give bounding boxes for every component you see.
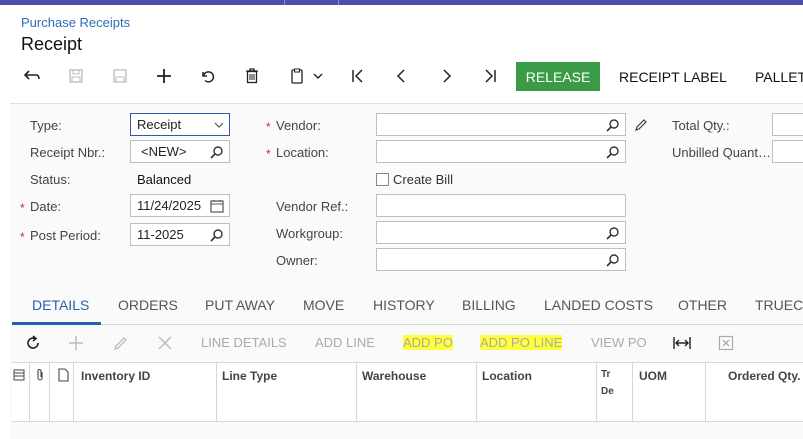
col-warehouse[interactable]: Warehouse bbox=[362, 369, 426, 383]
pallet-button[interactable]: PALLET bbox=[755, 62, 803, 91]
search-icon[interactable] bbox=[606, 226, 620, 240]
tab-orders[interactable]: ORDERS bbox=[118, 297, 178, 313]
tab-put-away[interactable]: PUT AWAY bbox=[205, 297, 275, 313]
create-bill-label: Create Bill bbox=[393, 172, 453, 187]
post-period-field[interactable]: 11-2025 bbox=[130, 223, 230, 246]
type-value: Receipt bbox=[137, 117, 182, 132]
last-record-icon[interactable] bbox=[478, 61, 502, 91]
search-icon[interactable] bbox=[606, 145, 620, 159]
vendor-field[interactable] bbox=[376, 113, 626, 136]
refresh-icon[interactable] bbox=[24, 334, 42, 352]
row-status-icon bbox=[13, 369, 25, 381]
post-period-value: 11-2025 bbox=[137, 227, 184, 242]
col-tr[interactable]: Tr bbox=[601, 369, 610, 380]
col-uom[interactable]: UOM bbox=[639, 369, 667, 383]
status-value: Balanced bbox=[137, 172, 192, 187]
col-location[interactable]: Location bbox=[482, 369, 532, 383]
tab-other[interactable]: OTHER bbox=[678, 297, 727, 313]
delete-row-icon[interactable] bbox=[157, 335, 173, 351]
fit-columns-icon[interactable] bbox=[673, 335, 691, 351]
clipboard-icon[interactable] bbox=[284, 61, 328, 91]
active-tab-indicator bbox=[12, 322, 101, 325]
calendar-icon[interactable] bbox=[210, 199, 224, 213]
type-label: Type: bbox=[30, 118, 62, 133]
next-record-icon[interactable] bbox=[434, 61, 458, 91]
first-record-icon[interactable] bbox=[346, 61, 370, 91]
vendor-ref-field[interactable] bbox=[376, 194, 626, 217]
search-icon[interactable] bbox=[210, 145, 224, 159]
view-po-button[interactable]: VIEW PO bbox=[591, 335, 647, 350]
tab-details[interactable]: DETAILS bbox=[32, 297, 89, 313]
attachment-icon[interactable] bbox=[34, 368, 46, 382]
owner-field[interactable] bbox=[376, 248, 626, 271]
owner-label: Owner: bbox=[276, 253, 318, 268]
search-icon[interactable] bbox=[606, 118, 620, 132]
add-line-button[interactable]: ADD LINE bbox=[315, 335, 375, 350]
required-marker: * bbox=[266, 147, 271, 161]
receipt-nbr-value: <NEW> bbox=[141, 144, 187, 159]
date-label: Date: bbox=[30, 199, 62, 214]
required-marker: * bbox=[266, 120, 271, 134]
vendor-ref-label: Vendor Ref.: bbox=[276, 199, 349, 214]
release-button[interactable]: RELEASE bbox=[516, 62, 600, 91]
save-icon[interactable] bbox=[108, 61, 132, 91]
page-title: Receipt bbox=[21, 34, 83, 54]
back-icon[interactable] bbox=[20, 61, 44, 91]
date-field[interactable]: 11/24/2025 bbox=[130, 194, 230, 217]
unbilled-qty-field bbox=[772, 140, 803, 163]
type-select[interactable]: Receipt bbox=[130, 113, 230, 136]
save-close-icon[interactable] bbox=[64, 61, 88, 91]
col-line-type[interactable]: Line Type bbox=[222, 369, 277, 383]
top-bar bbox=[0, 0, 803, 5]
create-bill-checkbox[interactable] bbox=[376, 173, 389, 186]
receipt-nbr-field[interactable]: <NEW> bbox=[130, 140, 230, 163]
total-qty-label: Total Qty.: bbox=[672, 118, 730, 133]
chevron-down-icon bbox=[214, 122, 224, 128]
vendor-label: Vendor: bbox=[276, 118, 321, 133]
location-label: Location: bbox=[276, 145, 329, 160]
col-ordered-qty[interactable]: Ordered Qty. bbox=[728, 369, 800, 383]
receipt-label-button[interactable]: RECEIPT LABEL bbox=[619, 62, 727, 91]
search-icon[interactable] bbox=[210, 228, 224, 242]
add-po-label: ADD PO bbox=[403, 335, 453, 350]
delete-icon[interactable] bbox=[240, 61, 264, 91]
tab-move[interactable]: MOVE bbox=[303, 297, 344, 313]
required-marker: * bbox=[20, 201, 25, 215]
edit-pencil-icon[interactable] bbox=[634, 118, 648, 132]
workgroup-field[interactable] bbox=[376, 221, 626, 244]
breadcrumb[interactable]: Purchase Receipts bbox=[21, 15, 130, 30]
undo-icon[interactable] bbox=[196, 61, 220, 91]
status-label: Status: bbox=[30, 172, 71, 187]
receipt-nbr-label: Receipt Nbr.: bbox=[30, 145, 106, 160]
col-inventory-id[interactable]: Inventory ID bbox=[81, 369, 150, 383]
note-icon[interactable] bbox=[57, 368, 69, 382]
add-po-line-label: ADD PO LINE bbox=[480, 335, 563, 350]
tab-billing[interactable]: BILLING bbox=[462, 297, 516, 313]
line-details-button[interactable]: LINE DETAILS bbox=[201, 335, 287, 350]
search-icon[interactable] bbox=[606, 253, 620, 267]
location-field[interactable] bbox=[376, 140, 626, 163]
add-po-line-button[interactable]: ADD PO LINE bbox=[480, 335, 563, 350]
post-period-label: Post Period: bbox=[30, 228, 101, 243]
add-row-icon[interactable] bbox=[68, 335, 84, 351]
tab-history[interactable]: HISTORY bbox=[373, 297, 435, 313]
unbilled-qty-label: Unbilled Quant… bbox=[672, 145, 771, 160]
total-qty-field bbox=[772, 113, 803, 136]
col-de[interactable]: De bbox=[601, 386, 614, 397]
export-excel-icon[interactable] bbox=[718, 335, 734, 351]
add-po-button[interactable]: ADD PO bbox=[403, 335, 453, 350]
required-marker: * bbox=[20, 230, 25, 244]
workgroup-label: Workgroup: bbox=[276, 226, 343, 241]
edit-row-icon[interactable] bbox=[113, 335, 129, 351]
tab-trueco[interactable]: TRUECO bbox=[755, 297, 803, 313]
previous-record-icon[interactable] bbox=[390, 61, 414, 91]
date-value: 11/24/2025 bbox=[137, 198, 202, 213]
tab-landed-costs[interactable]: LANDED COSTS bbox=[544, 297, 653, 313]
add-icon[interactable] bbox=[152, 61, 176, 91]
